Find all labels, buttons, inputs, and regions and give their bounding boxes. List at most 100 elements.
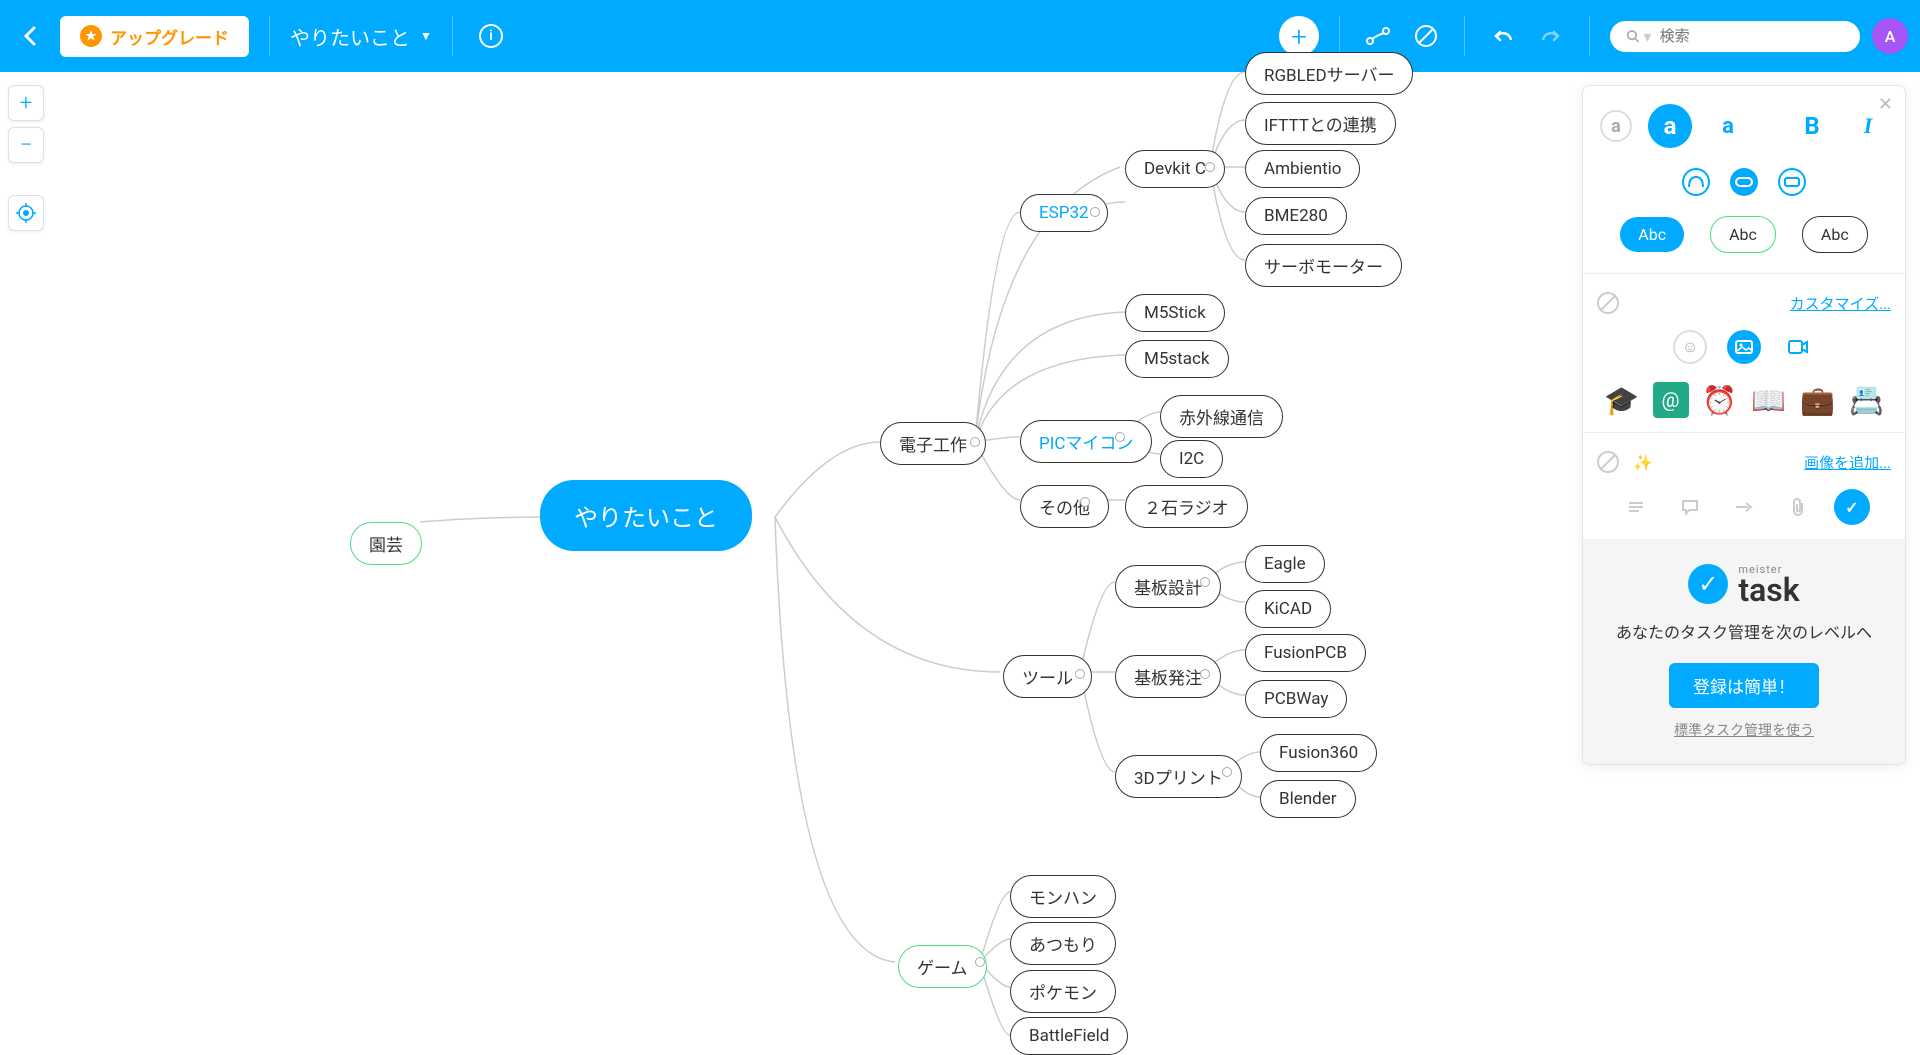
- info-button[interactable]: i: [473, 18, 509, 54]
- bold-button[interactable]: B: [1792, 106, 1832, 146]
- node-ifttt[interactable]: IFTTTとの連携: [1245, 102, 1396, 145]
- clipart-briefcase-icon[interactable]: 💼: [1800, 382, 1836, 418]
- style-outline-green[interactable]: Abc: [1710, 216, 1776, 253]
- node-fusionpcb[interactable]: FusionPCB: [1245, 634, 1366, 672]
- expand-toggle[interactable]: [1080, 497, 1090, 507]
- node-fusion360[interactable]: Fusion360: [1260, 734, 1377, 772]
- task-brand: task: [1738, 576, 1799, 605]
- shape-pill-button[interactable]: [1730, 168, 1758, 196]
- divider: [269, 16, 270, 56]
- prohibit-button[interactable]: [1408, 18, 1444, 54]
- node-other[interactable]: その他: [1020, 485, 1109, 528]
- node-ambientio[interactable]: Ambientio: [1245, 150, 1360, 188]
- header: ★ アップグレード やりたいこと ▼ i + ▾ A: [0, 0, 1920, 72]
- task-alt-link[interactable]: 標準タスク管理を使う: [1674, 723, 1814, 739]
- image-button[interactable]: [1727, 330, 1761, 364]
- node-ir[interactable]: 赤外線通信: [1160, 395, 1283, 438]
- avatar[interactable]: A: [1872, 18, 1908, 54]
- task-logo-icon: ✓: [1688, 564, 1728, 604]
- style-outline-black[interactable]: Abc: [1802, 216, 1868, 253]
- clipart-at-icon[interactable]: @: [1653, 382, 1689, 418]
- divider: [1464, 16, 1465, 56]
- shape-rect-button[interactable]: [1778, 168, 1806, 196]
- map-title-dropdown[interactable]: やりたいこと ▼: [290, 22, 432, 51]
- task-button[interactable]: ✓: [1834, 489, 1870, 525]
- no-image-button[interactable]: [1597, 451, 1619, 473]
- font-small-button[interactable]: a: [1600, 110, 1632, 142]
- attachment-row: ✓: [1597, 489, 1891, 525]
- node-eagle[interactable]: Eagle: [1245, 545, 1325, 583]
- back-button[interactable]: [12, 18, 48, 54]
- node-kicad[interactable]: KiCAD: [1245, 590, 1331, 628]
- node-gardening[interactable]: 園芸: [350, 522, 422, 565]
- expand-toggle[interactable]: [1090, 207, 1100, 217]
- divider: [452, 16, 453, 56]
- expand-toggle[interactable]: [1075, 669, 1085, 679]
- format-sidebar: ✕ a a a B I Abc Abc Abc カスタマイズ... ☺: [1582, 85, 1906, 765]
- emoji-button[interactable]: ☺: [1673, 330, 1707, 364]
- node-blender[interactable]: Blender: [1260, 780, 1356, 818]
- clipart-graduation-icon[interactable]: 🎓: [1604, 382, 1640, 418]
- map-title: やりたいこと: [290, 22, 410, 51]
- node-atsumori[interactable]: あつもり: [1010, 922, 1116, 965]
- chevron-down-icon: ▼: [420, 29, 432, 43]
- no-icon-button[interactable]: [1597, 292, 1619, 314]
- search-icon: [1626, 28, 1640, 44]
- search-box[interactable]: ▾: [1610, 21, 1860, 52]
- node-bf[interactable]: BattleField: [1010, 1017, 1128, 1055]
- upgrade-button[interactable]: ★ アップグレード: [60, 16, 249, 57]
- add-node-button[interactable]: +: [1279, 16, 1319, 56]
- style-filled[interactable]: Abc: [1620, 217, 1684, 252]
- node-i2c[interactable]: I2C: [1160, 440, 1223, 478]
- shape-rounded-button[interactable]: [1682, 168, 1710, 196]
- node-servo[interactable]: サーボモーター: [1245, 244, 1402, 287]
- node-pcbway[interactable]: PCBWay: [1245, 680, 1347, 718]
- task-promo: ✓ meister task あなたのタスク管理を次のレベルへ 登録は簡単！ 標…: [1583, 539, 1905, 764]
- info-icon: i: [479, 24, 503, 48]
- clipart-book-icon[interactable]: 📖: [1751, 382, 1787, 418]
- node-monhan[interactable]: モンハン: [1010, 875, 1116, 918]
- redo-button[interactable]: [1533, 18, 1569, 54]
- clipart-card-icon[interactable]: 📇: [1849, 382, 1885, 418]
- add-image-link[interactable]: 画像を追加...: [1804, 452, 1891, 473]
- connection-mode-button[interactable]: [1360, 18, 1396, 54]
- attachment-button[interactable]: [1780, 489, 1816, 525]
- clipart-clock-icon[interactable]: ⏰: [1702, 382, 1738, 418]
- node-rgbled[interactable]: RGBLEDサーバー: [1245, 52, 1413, 95]
- node-pic[interactable]: PICマイコン: [1020, 420, 1152, 463]
- expand-toggle[interactable]: [1205, 162, 1215, 172]
- expand-toggle[interactable]: [1200, 669, 1210, 679]
- node-m5stack[interactable]: M5stack: [1125, 340, 1229, 378]
- upgrade-label: アップグレード: [110, 24, 229, 49]
- divider: [1589, 16, 1590, 56]
- node-pokemon[interactable]: ポケモン: [1010, 970, 1116, 1013]
- node-games[interactable]: ゲーム: [898, 945, 987, 988]
- link-button[interactable]: [1726, 489, 1762, 525]
- search-input[interactable]: [1660, 27, 1844, 45]
- customize-link[interactable]: カスタマイズ...: [1790, 293, 1891, 314]
- note-button[interactable]: [1618, 489, 1654, 525]
- expand-toggle[interactable]: [975, 957, 985, 967]
- expand-toggle[interactable]: [1115, 432, 1125, 442]
- media-type-row: ☺: [1597, 330, 1891, 364]
- divider: [1339, 16, 1340, 56]
- task-signup-button[interactable]: 登録は簡単！: [1669, 663, 1819, 708]
- expand-toggle[interactable]: [1222, 767, 1232, 777]
- clipart-row: 🎓 @ ⏰ 📖 💼 📇: [1597, 382, 1891, 418]
- magic-wand-icon[interactable]: ✨: [1633, 453, 1653, 472]
- node-print3d[interactable]: 3Dプリント: [1115, 755, 1242, 798]
- comment-button[interactable]: [1672, 489, 1708, 525]
- close-button[interactable]: ✕: [1878, 94, 1893, 115]
- star-icon: ★: [80, 25, 102, 47]
- task-description: あなたのタスク管理を次のレベルへ: [1611, 621, 1877, 645]
- expand-toggle[interactable]: [970, 437, 980, 447]
- undo-button[interactable]: [1485, 18, 1521, 54]
- expand-toggle[interactable]: [1200, 577, 1210, 587]
- node-bme280[interactable]: BME280: [1245, 197, 1347, 235]
- node-m5stick[interactable]: M5Stick: [1125, 294, 1225, 332]
- node-radio2[interactable]: ２石ラジオ: [1125, 485, 1248, 528]
- video-button[interactable]: [1781, 330, 1815, 364]
- node-root[interactable]: やりたいこと: [540, 480, 752, 551]
- font-large-button[interactable]: a: [1708, 106, 1748, 146]
- font-medium-button[interactable]: a: [1648, 104, 1692, 148]
